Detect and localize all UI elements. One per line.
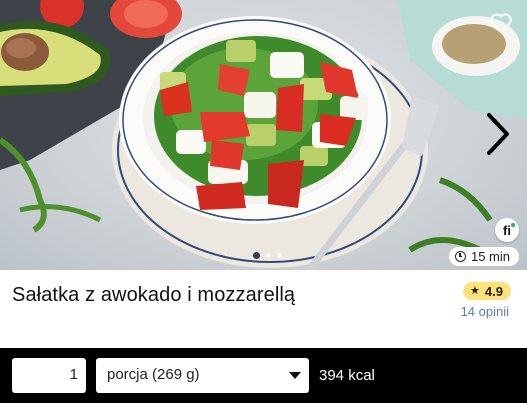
heart-outline-icon: [490, 13, 512, 33]
brand-dot-icon: [511, 223, 515, 227]
rating-value: 4.9: [484, 283, 503, 299]
clock-icon: [454, 251, 466, 262]
brand-badge: fi: [495, 218, 519, 242]
portion-select[interactable]: porcja (269 g): [96, 358, 309, 393]
chevron-down-icon: [289, 372, 301, 379]
prep-time-badge: 15 min: [448, 247, 519, 266]
carousel-dot-2[interactable]: [266, 253, 271, 258]
carousel-dot-1[interactable]: [253, 252, 260, 259]
carousel-indicator: [253, 252, 282, 259]
recipe-title: Sałatka z awokado i mozzarellą: [12, 284, 296, 306]
brand-badge-text: fi: [503, 222, 511, 238]
favorite-button[interactable]: [489, 12, 515, 38]
calories-value: 394 kcal: [319, 367, 375, 384]
recipe-photo: fi 15 min: [0, 0, 527, 270]
chevron-right-icon: [487, 113, 509, 155]
salad-illustration: [0, 0, 527, 270]
serving-bar: 1 porcja (269 g) 394 kcal: [0, 348, 527, 403]
portion-select-value: porcja (269 g): [107, 366, 200, 383]
carousel-dot-3[interactable]: [277, 253, 282, 258]
reviews-link[interactable]: 14 opinii: [461, 304, 509, 319]
star-icon: ★: [470, 284, 480, 297]
next-photo-button[interactable]: [485, 112, 517, 158]
rating-badge: ★ 4.9: [463, 282, 511, 300]
quantity-input[interactable]: 1: [12, 358, 86, 393]
prep-time-text: 15 min: [470, 249, 510, 264]
